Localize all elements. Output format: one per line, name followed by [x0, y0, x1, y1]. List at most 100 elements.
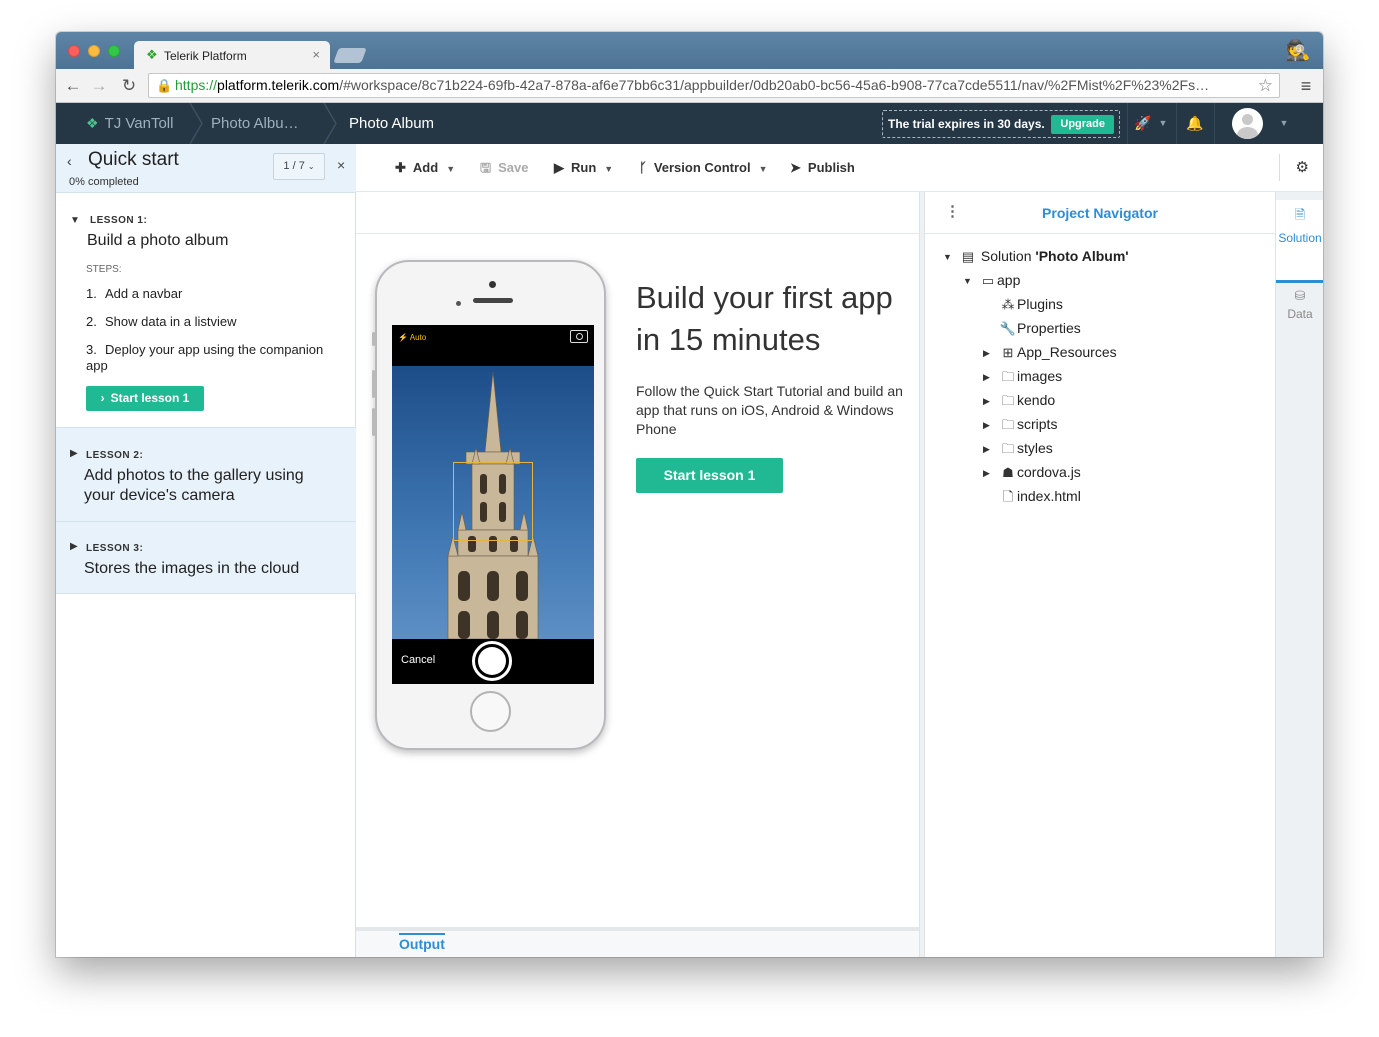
lesson-kicker: LESSON 1: [90, 215, 148, 226]
caret-right-icon[interactable]: ▶ [983, 415, 999, 435]
run-button[interactable]: ▶ Run ▼ [554, 144, 613, 191]
forward-arrow-icon[interactable]: → [88, 75, 110, 97]
tab-title: Telerik Platform [164, 49, 247, 63]
chevron-left-icon[interactable]: ‹ [67, 153, 72, 169]
avatar-body [1237, 127, 1258, 139]
gear-icon[interactable]: ⚙ [1296, 144, 1309, 191]
breadcrumb-project[interactable]: Photo Albu… [211, 103, 299, 144]
account-chevron-down-icon[interactable]: ▼ [1277, 103, 1291, 144]
project-navigator: ⋮ Project Navigator ▼ ▤ Solution 'Photo A… [925, 192, 1275, 957]
phone-side-button [372, 332, 375, 346]
app-project-icon: ▭ [981, 273, 995, 289]
cordova-icon: ☗ [1002, 465, 1014, 481]
url-field[interactable]: 🔒 https://platform.telerik.com/#workspac… [148, 73, 1280, 98]
chevron-down-icon: ▼ [446, 164, 456, 174]
tree-item-plugins[interactable]: ⁂ Plugins [983, 294, 1063, 314]
tree-item-cordova[interactable]: ▶ ☗ cordova.js [983, 462, 1081, 482]
bell-icon[interactable]: 🔔 [1184, 103, 1206, 144]
tab-close-icon[interactable]: × [312, 47, 320, 62]
rocket-icon[interactable]: 🚀 [1132, 103, 1154, 144]
tree-item-kendo[interactable]: ▶ 🗀 kendo [983, 390, 1055, 410]
rocket-dropdown-chevron-down-icon[interactable]: ▼ [1156, 103, 1170, 144]
caret-right-icon[interactable]: ▶ [983, 439, 999, 459]
incognito-icon: 🕵 [1285, 40, 1311, 62]
tab-output[interactable]: Output [399, 933, 445, 952]
tree-item-properties[interactable]: 🔧Properties [983, 318, 1081, 338]
pager-chevron-down-icon: ⌄ [307, 162, 315, 171]
step-item: 2. Show data in a listview [86, 314, 237, 329]
avatar[interactable] [1232, 108, 1263, 139]
lesson-3-collapsed[interactable]: ▶ LESSON 3: Stores the images in the clo… [56, 521, 356, 594]
lesson-1-expanded: ▼ LESSON 1: Build a photo album STEPS: 1… [56, 193, 356, 428]
navigator-side-rail: 🗎 Solution ⛁ Data [1275, 192, 1323, 957]
phone-home-button [470, 691, 511, 732]
lesson-pager-dropdown[interactable]: 1 / 7 ⌄ [273, 153, 325, 180]
rail-tab-solution[interactable]: 🗎 Solution [1276, 200, 1323, 283]
close-icon[interactable]: × [337, 157, 345, 173]
rail-tab-data[interactable]: ⛁ Data [1276, 288, 1323, 321]
phone-screen: ⚡ Auto Cancel [392, 325, 594, 684]
telerik-favicon-icon: ❖ [146, 47, 158, 62]
caret-down-icon[interactable]: ▼ [70, 215, 80, 226]
tree-item-solution[interactable]: ▼ ▤ Solution 'Photo Album' [943, 246, 1129, 266]
branch-icon: ᚴ [639, 160, 647, 175]
avatar-head [1242, 114, 1253, 125]
header-divider [1176, 103, 1177, 144]
close-window-button[interactable] [68, 45, 80, 57]
start-lesson-1-hero-button[interactable]: Start lesson 1 [636, 458, 783, 493]
tree-item-styles[interactable]: ▶ 🗀 styles [983, 438, 1053, 458]
bookmark-star-icon[interactable]: ☆ [1258, 74, 1273, 97]
zoom-window-button[interactable] [108, 45, 120, 57]
tree-item-index[interactable]: 🗋 index.html [983, 486, 1081, 506]
database-icon: ⛁ [1294, 288, 1306, 303]
caret-right-icon[interactable]: ▶ [983, 367, 999, 387]
caret-down-icon[interactable]: ▼ [963, 271, 979, 291]
browser-tab[interactable]: ❖ Telerik Platform × [134, 41, 330, 69]
minimize-window-button[interactable] [88, 45, 100, 57]
start-lesson-1-button[interactable]: › Start lesson 1 [86, 386, 204, 411]
lesson-2-collapsed[interactable]: ▶ LESSON 2: Add photos to the gallery us… [56, 427, 356, 521]
save-button[interactable]: 🖫 Save [480, 144, 528, 191]
caret-right-icon[interactable]: ▶ [983, 391, 999, 411]
lesson-name: Stores the images in the cloud [84, 560, 300, 577]
output-panel-bar: Output [356, 927, 919, 957]
version-control-button[interactable]: ᚴ Version Control ▼ [639, 144, 768, 191]
camera-top-bar: ⚡ Auto [392, 325, 594, 366]
file-icon: 🗋 [1002, 489, 1014, 505]
tree-item-app-resources[interactable]: ▶ ⊞ App_Resources [983, 342, 1117, 362]
reload-icon[interactable]: ↻ [118, 75, 140, 97]
tree-item-scripts[interactable]: ▶ 🗀 scripts [983, 414, 1057, 434]
caret-right-icon[interactable]: ▶ [983, 343, 999, 363]
publish-button[interactable]: ➤ Publish [790, 144, 855, 191]
caret-down-icon[interactable]: ▼ [943, 247, 959, 267]
lesson-kicker: LESSON 3: [86, 543, 144, 554]
progress-text: 0% completed [69, 176, 139, 188]
lock-icon: 🔒 [156, 78, 173, 93]
caret-right-icon[interactable]: ▶ [983, 463, 999, 483]
navigator-header: ⋮ Project Navigator [925, 192, 1275, 234]
hero-description: Follow the Quick Start Tutorial and buil… [636, 383, 903, 437]
browser-menu-icon[interactable]: ≡ [1297, 75, 1315, 97]
paper-plane-icon: ➤ [790, 160, 801, 175]
tree-item-app[interactable]: ▼ ▭ app [963, 270, 1020, 290]
folder-icon: 🗀 [1001, 393, 1015, 409]
back-arrow-icon[interactable]: ← [62, 75, 84, 97]
breadcrumb-separator [189, 103, 203, 144]
breadcrumb-user[interactable]: ❖ TJ VanToll [86, 103, 173, 144]
flash-auto-icon: ⚡ Auto [398, 333, 427, 342]
editor-pane: ⚡ Auto Cancel Build your first app in 15… [356, 192, 919, 927]
plus-icon: ✚ [395, 160, 406, 175]
telerik-logo-icon: ❖ [86, 115, 99, 131]
new-tab-button[interactable] [333, 48, 367, 63]
phone-mockup-image: ⚡ Auto Cancel [372, 260, 606, 750]
caret-right-icon: ▶ [70, 448, 78, 459]
hero-title: Build your first app in 15 minutes [636, 280, 893, 357]
camera-cancel-label: Cancel [401, 654, 436, 666]
upgrade-button[interactable]: Upgrade [1051, 115, 1114, 134]
tree-item-images[interactable]: ▶ 🗀 images [983, 366, 1062, 386]
phone-side-button [372, 408, 375, 436]
folder-icon: 🗀 [1001, 417, 1015, 433]
breadcrumb-current[interactable]: Photo Album [349, 103, 434, 144]
add-button[interactable]: ✚ Add ▼ [395, 144, 455, 191]
navigator-title: Project Navigator [1042, 205, 1158, 221]
